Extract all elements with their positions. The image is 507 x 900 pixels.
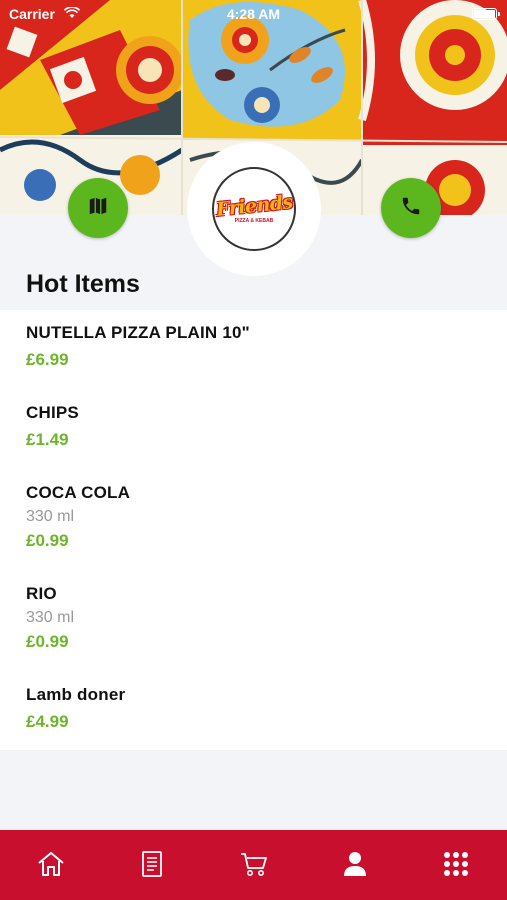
tab-more[interactable] <box>436 848 476 884</box>
list-item[interactable]: CHIPS £1.49 <box>26 403 486 450</box>
item-price: £1.49 <box>26 430 69 449</box>
phone-icon <box>400 195 422 222</box>
list-item[interactable]: NUTELLA PIZZA PLAIN 10" £6.99 <box>26 323 486 370</box>
tab-menu[interactable] <box>132 848 172 884</box>
item-name: RIO <box>26 584 57 603</box>
item-price: £6.99 <box>26 350 69 369</box>
hot-items-list: NUTELLA PIZZA PLAIN 10" £6.99 CHIPS £1.4… <box>0 310 507 750</box>
call-button[interactable] <box>381 178 441 238</box>
list-item[interactable]: COCA COLA 330 ml £0.99 <box>26 483 486 551</box>
more-grid-icon <box>443 851 469 882</box>
item-price: £0.99 <box>26 632 69 651</box>
item-name: NUTELLA PIZZA PLAIN 10" <box>26 323 250 342</box>
section-title: Hot Items <box>26 270 140 298</box>
item-price: £0.99 <box>26 531 69 550</box>
status-time: 4:28 AM <box>226 6 281 22</box>
map-icon <box>87 195 109 222</box>
home-icon <box>36 850 66 883</box>
list-item[interactable]: Lamb doner £4.99 <box>26 685 486 732</box>
restaurant-logo: Friends PIZZA & KEBAB <box>187 142 321 276</box>
profile-icon <box>342 850 368 883</box>
list-item[interactable]: RIO 330 ml £0.99 <box>26 584 486 652</box>
logo-text: Friends <box>214 190 294 221</box>
screen: Carrier 4:28 AM Friends PIZZA & KEBAB Ho… <box>0 0 507 900</box>
tab-home[interactable] <box>31 848 71 884</box>
cart-icon <box>239 850 269 883</box>
item-description: 330 ml <box>26 609 75 626</box>
tab-cart[interactable] <box>234 848 274 884</box>
status-bar: Carrier 4:28 AM <box>0 0 507 28</box>
item-name: CHIPS <box>26 403 79 422</box>
item-description: 330 ml <box>26 508 75 525</box>
item-name: COCA COLA <box>26 483 131 502</box>
bottom-tab-bar <box>0 830 507 900</box>
logo-badge: Friends PIZZA & KEBAB <box>212 167 296 251</box>
item-name: Lamb doner <box>26 685 126 704</box>
tab-profile[interactable] <box>335 848 375 884</box>
item-price: £4.99 <box>26 712 69 731</box>
menu-icon <box>140 849 164 884</box>
battery-icon <box>472 8 500 20</box>
map-button[interactable] <box>68 178 128 238</box>
